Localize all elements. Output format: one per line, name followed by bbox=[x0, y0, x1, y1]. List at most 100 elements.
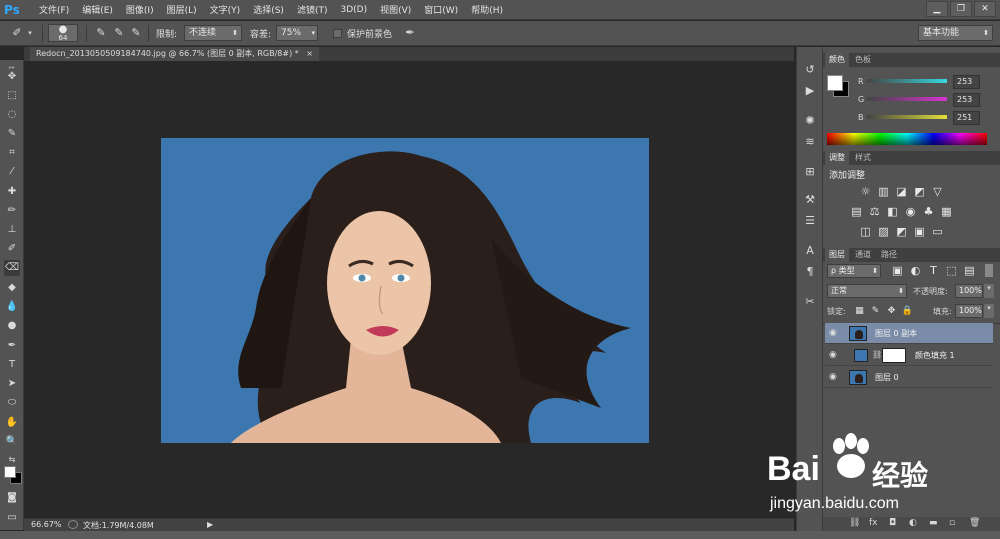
g-slider[interactable] bbox=[867, 97, 947, 101]
protect-foreground-checkbox[interactable] bbox=[333, 29, 342, 38]
r-slider[interactable] bbox=[867, 79, 947, 83]
tool-presets-icon[interactable]: ⚒ bbox=[802, 192, 818, 208]
blend-mode-select[interactable]: 正常 ⬍ bbox=[827, 284, 907, 298]
exposure-icon[interactable]: ◩ bbox=[913, 185, 926, 198]
tab-color[interactable]: 颜色 bbox=[825, 53, 849, 67]
quick-select-tool-icon[interactable]: ✎ bbox=[4, 126, 20, 142]
threshold-icon[interactable]: ◩ bbox=[895, 225, 908, 238]
zoom-level[interactable]: 66.67% bbox=[31, 520, 62, 529]
menu-image[interactable]: 图像(I) bbox=[126, 3, 154, 16]
chevron-down-icon[interactable]: ▾ bbox=[984, 284, 994, 298]
crop-tool-icon[interactable]: ⌗ bbox=[4, 145, 20, 161]
lock-all-icon[interactable]: 🔒 bbox=[901, 305, 914, 318]
move-tool-icon[interactable]: ✥ bbox=[4, 69, 20, 85]
menu-layer[interactable]: 图层(L) bbox=[167, 3, 197, 16]
link-layers-icon[interactable]: ⛓ bbox=[849, 518, 860, 528]
chevron-down-icon[interactable]: ▾ bbox=[984, 304, 994, 318]
photo-filter-icon[interactable]: ◉ bbox=[904, 205, 917, 218]
clone-stamp-tool-icon[interactable]: ⊥ bbox=[4, 222, 20, 238]
dodge-tool-icon[interactable]: ● bbox=[4, 318, 20, 334]
ellipse-tool-icon[interactable]: ⬭ bbox=[4, 395, 20, 411]
b-value[interactable]: 251 bbox=[953, 111, 980, 125]
filter-adjust-icon[interactable]: ◐ bbox=[909, 264, 922, 277]
tab-swatches[interactable]: 色板 bbox=[851, 53, 875, 67]
eraser-tool-icon[interactable]: ⌫ bbox=[4, 260, 20, 276]
tool-preset-dropdown-icon[interactable]: ▾ bbox=[26, 26, 34, 40]
new-layer-icon[interactable]: ▫ bbox=[949, 518, 955, 528]
menu-filter[interactable]: 滤镜(T) bbox=[297, 3, 328, 16]
delete-layer-icon[interactable]: 🗑 bbox=[969, 518, 980, 528]
properties-icon[interactable]: ☰ bbox=[802, 213, 818, 229]
black-white-icon[interactable]: ◧ bbox=[886, 205, 899, 218]
sampling-once-icon[interactable]: ✎ bbox=[112, 26, 126, 40]
pressure-size-icon[interactable]: ✒ bbox=[403, 26, 417, 40]
horizontal-scrollbar[interactable] bbox=[0, 531, 1000, 539]
lasso-tool-icon[interactable]: ◌ bbox=[4, 107, 20, 123]
color-balance-icon[interactable]: ⚖ bbox=[868, 205, 881, 218]
healing-brush-tool-icon[interactable]: ✚ bbox=[4, 184, 20, 200]
tab-paths[interactable]: 路径 bbox=[877, 248, 901, 262]
pen-tool-icon[interactable]: ✒ bbox=[4, 338, 20, 354]
visibility-eye-icon[interactable]: ◉ bbox=[829, 350, 839, 360]
minimize-button[interactable]: ▁ bbox=[926, 1, 948, 17]
brush-panel-icon[interactable]: ≋ bbox=[802, 134, 818, 150]
brush-tool-icon[interactable]: ✏ bbox=[4, 203, 20, 219]
lock-transparent-icon[interactable]: ▦ bbox=[853, 305, 866, 318]
g-value[interactable]: 253 bbox=[953, 93, 980, 107]
background-eraser-icon[interactable]: ✐ bbox=[10, 26, 24, 40]
menu-window[interactable]: 窗口(W) bbox=[424, 3, 458, 16]
menu-select[interactable]: 选择(S) bbox=[253, 3, 284, 16]
menu-edit[interactable]: 编辑(E) bbox=[82, 3, 113, 16]
layer-filter-select[interactable]: ρ 类型 ⬍ bbox=[827, 264, 881, 278]
actions-play-icon[interactable]: ▶ bbox=[802, 83, 818, 99]
close-icon[interactable]: × bbox=[306, 49, 313, 58]
b-slider[interactable] bbox=[867, 115, 947, 119]
fill-input[interactable]: 100% bbox=[955, 304, 983, 318]
channel-mixer-icon[interactable]: ♣ bbox=[922, 205, 935, 218]
blur-tool-icon[interactable]: 💧 bbox=[4, 299, 20, 315]
tab-styles[interactable]: 样式 bbox=[851, 151, 875, 165]
lock-image-icon[interactable]: ✎ bbox=[869, 305, 882, 318]
character-icon[interactable]: A bbox=[802, 243, 818, 259]
menu-help[interactable]: 帮助(H) bbox=[471, 3, 503, 16]
hand-tool-icon[interactable]: ✋ bbox=[4, 415, 20, 431]
opacity-input[interactable]: 100% bbox=[955, 284, 983, 298]
vibrance-icon[interactable]: ▽ bbox=[931, 185, 944, 198]
filter-shape-icon[interactable]: ⬚ bbox=[945, 264, 958, 277]
tools-settings-icon[interactable]: ✂ bbox=[802, 294, 818, 310]
brightness-icon[interactable]: ☼ bbox=[859, 185, 872, 198]
adjustment-layer-icon[interactable]: ◐ bbox=[909, 518, 917, 528]
tab-layers[interactable]: 图层 bbox=[825, 248, 849, 262]
type-tool-icon[interactable]: T bbox=[4, 357, 20, 373]
menu-type[interactable]: 文字(Y) bbox=[210, 3, 241, 16]
document-image[interactable] bbox=[161, 138, 649, 443]
brush-presets-icon[interactable]: ✺ bbox=[802, 113, 818, 129]
zoom-tool-icon[interactable]: 🔍 bbox=[4, 434, 20, 450]
color-foreground-swatch[interactable] bbox=[827, 75, 843, 91]
color-spectrum-bar[interactable] bbox=[827, 133, 987, 145]
screen-mode-icon[interactable]: ▭ bbox=[4, 510, 20, 526]
clone-source-icon[interactable]: ⊞ bbox=[802, 164, 818, 180]
hue-saturation-icon[interactable]: ▤ bbox=[850, 205, 863, 218]
layer-row[interactable]: ◉ 图层 0 副本 bbox=[825, 323, 993, 344]
marquee-tool-icon[interactable]: ⬚ bbox=[4, 88, 20, 104]
document-tab[interactable]: Redocn_2013050509184740.jpg @ 66.7% (图层 … bbox=[30, 47, 319, 61]
tolerance-input[interactable]: 75% ▾ bbox=[276, 25, 318, 41]
visibility-eye-icon[interactable]: ◉ bbox=[829, 328, 839, 338]
lock-position-icon[interactable]: ✥ bbox=[885, 305, 898, 318]
color-lookup-icon[interactable]: ▦ bbox=[940, 205, 953, 218]
tab-adjustments[interactable]: 调整 bbox=[825, 151, 849, 165]
paint-bucket-tool-icon[interactable]: ◆ bbox=[4, 280, 20, 296]
sampling-background-swatch-icon[interactable]: ✎ bbox=[129, 26, 143, 40]
posterize-icon[interactable]: ▨ bbox=[877, 225, 890, 238]
curves-icon[interactable]: ◪ bbox=[895, 185, 908, 198]
tab-channels[interactable]: 通道 bbox=[851, 248, 875, 262]
visibility-eye-icon[interactable]: ◉ bbox=[829, 372, 839, 382]
layer-row[interactable]: ◉ 图层 0 bbox=[825, 367, 993, 388]
menu-3d[interactable]: 3D(D) bbox=[340, 5, 367, 15]
workspace-select[interactable]: 基本功能 ⬍ bbox=[918, 25, 993, 41]
filter-toggle-icon[interactable] bbox=[985, 264, 993, 277]
add-mask-icon[interactable]: ◘ bbox=[889, 518, 896, 528]
menu-view[interactable]: 视图(V) bbox=[380, 3, 411, 16]
status-options-icon[interactable] bbox=[68, 520, 78, 529]
